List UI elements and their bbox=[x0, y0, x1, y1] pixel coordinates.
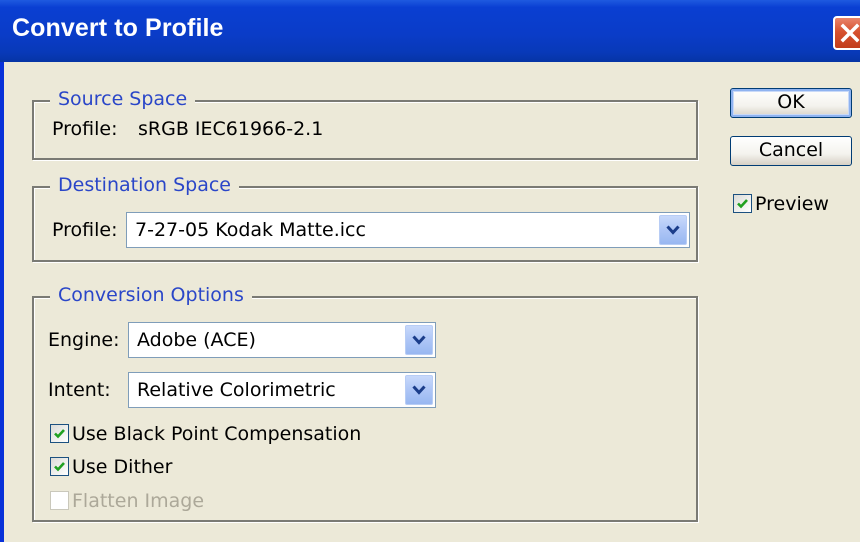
source-space-legend: Source Space bbox=[50, 87, 196, 111]
title-bar[interactable]: Convert to Profile bbox=[0, 0, 860, 62]
window-frame-left bbox=[0, 62, 4, 542]
close-icon[interactable] bbox=[833, 16, 860, 50]
cancel-button[interactable]: Cancel bbox=[730, 136, 852, 166]
chevron-down-icon[interactable] bbox=[659, 215, 687, 245]
destination-profile-label: Profile: bbox=[52, 219, 118, 241]
checkbox-empty-icon[interactable] bbox=[50, 491, 69, 510]
chevron-down-icon[interactable] bbox=[405, 325, 433, 355]
chevron-down-icon[interactable] bbox=[405, 375, 433, 405]
use-dither-checkbox[interactable]: Use Dither bbox=[50, 455, 210, 479]
destination-profile-value: 7-27-05 Kodak Matte.icc bbox=[135, 219, 366, 241]
intent-label: Intent: bbox=[48, 379, 111, 401]
checkbox-checked-icon[interactable] bbox=[733, 194, 752, 213]
black-point-compensation-label: Use Black Point Compensation bbox=[72, 423, 362, 445]
preview-label: Preview bbox=[755, 193, 829, 215]
window-title: Convert to Profile bbox=[12, 14, 224, 42]
destination-space-group: Destination Space Profile: 7-27-05 Kodak… bbox=[32, 173, 698, 262]
black-point-compensation-checkbox[interactable]: Use Black Point Compensation bbox=[50, 422, 390, 446]
source-profile-label: Profile: bbox=[52, 118, 118, 140]
destination-space-legend: Destination Space bbox=[50, 173, 239, 197]
use-dither-label: Use Dither bbox=[72, 456, 173, 478]
engine-label: Engine: bbox=[48, 329, 120, 351]
flatten-image-checkbox[interactable]: Flatten Image bbox=[50, 489, 230, 513]
engine-select[interactable]: Adobe (ACE) bbox=[128, 322, 436, 358]
preview-checkbox[interactable]: Preview bbox=[733, 192, 843, 216]
source-profile-value: sRGB IEC61966-2.1 bbox=[138, 118, 324, 140]
destination-profile-select[interactable]: 7-27-05 Kodak Matte.icc bbox=[126, 212, 690, 248]
conversion-options-legend: Conversion Options bbox=[50, 283, 252, 307]
intent-select[interactable]: Relative Colorimetric bbox=[128, 372, 436, 408]
checkbox-checked-icon[interactable] bbox=[50, 424, 69, 443]
intent-value: Relative Colorimetric bbox=[137, 379, 336, 401]
checkbox-checked-icon[interactable] bbox=[50, 457, 69, 476]
ok-button[interactable]: OK bbox=[730, 88, 852, 118]
flatten-image-label: Flatten Image bbox=[72, 490, 205, 512]
conversion-options-group: Conversion Options Engine: Adobe (ACE) I… bbox=[32, 283, 698, 522]
source-space-group: Source Space Profile: sRGB IEC61966-2.1 bbox=[32, 87, 698, 160]
engine-value: Adobe (ACE) bbox=[137, 329, 256, 351]
